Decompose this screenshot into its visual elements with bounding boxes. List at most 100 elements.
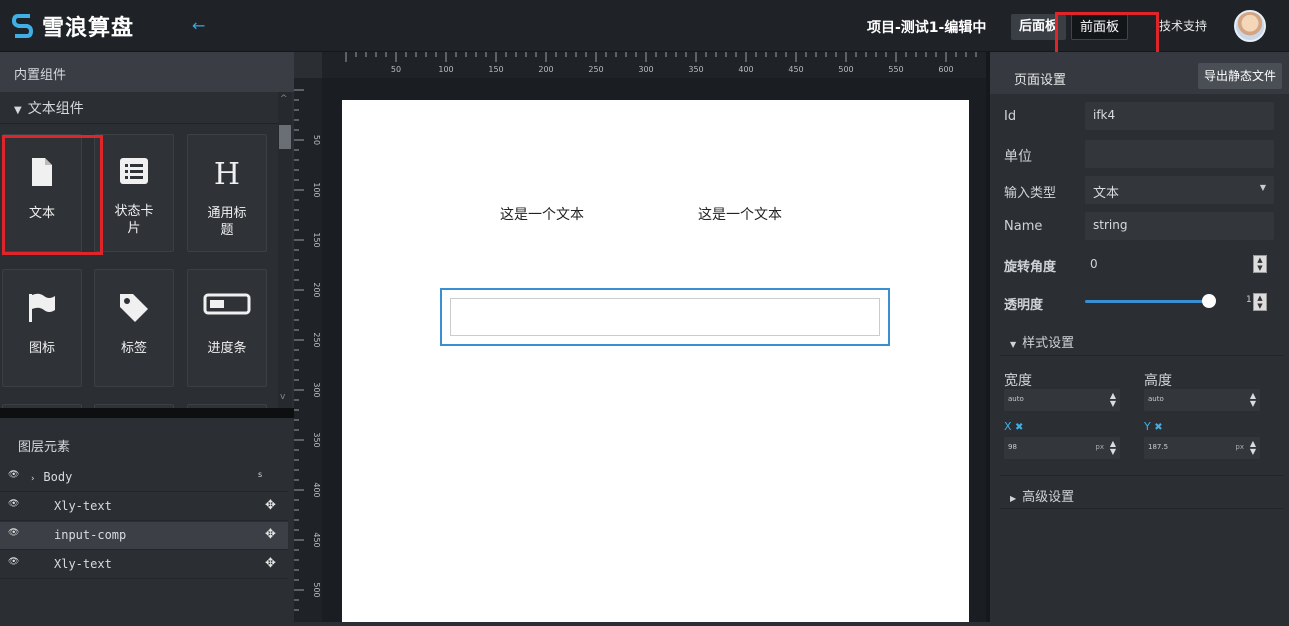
ruler-label: 200 bbox=[312, 282, 321, 297]
properties-title: 页面设置 bbox=[1014, 73, 1067, 88]
opacity-value[interactable]: 1 bbox=[1246, 295, 1252, 305]
scroll-down-icon[interactable]: v bbox=[280, 392, 285, 402]
width-field[interactable]: auto ▲ ▼ bbox=[1004, 389, 1120, 411]
group-title: 文本组件 bbox=[27, 101, 84, 117]
layer-name: Body bbox=[43, 470, 73, 484]
design-page[interactable]: 这是一个文本 这是一个文本 bbox=[342, 100, 969, 622]
ruler-label: 150 bbox=[488, 65, 503, 74]
x-value: 98 bbox=[1008, 443, 1017, 451]
component-grid: 文本 状态卡片 H 通用标题 图标 标签 进度条 bbox=[0, 124, 278, 408]
front-panel-button[interactable]: 前面板 bbox=[1071, 14, 1129, 40]
move-icon[interactable]: ✥ bbox=[265, 498, 276, 513]
eye-icon[interactable]: 👁 bbox=[8, 557, 19, 567]
opacity-slider-knob[interactable] bbox=[1202, 294, 1216, 308]
y-close-icon[interactable]: ✖ bbox=[1154, 422, 1162, 433]
move-icon[interactable]: ✥ bbox=[265, 556, 276, 571]
component-scrollbar[interactable]: ^ v bbox=[278, 92, 292, 408]
progress-bar-icon bbox=[203, 293, 251, 315]
eye-icon[interactable]: 👁 bbox=[8, 499, 19, 509]
layer-row[interactable]: 👁 › Body s bbox=[0, 464, 288, 492]
opacity-stepper[interactable]: ▲ ▼ bbox=[1253, 293, 1267, 311]
left-panel: 内置组件 ▼ 文本组件 文本 状态卡片 H 通用标题 图标 标签 进度条 ^ v… bbox=[0, 52, 294, 622]
panel-divider[interactable] bbox=[0, 408, 294, 418]
y-field[interactable]: 187.5 px ▲ ▼ bbox=[1144, 437, 1260, 459]
scroll-thumb[interactable] bbox=[279, 125, 291, 149]
ruler-label: 300 bbox=[312, 382, 321, 397]
component-heading[interactable]: H 通用标题 bbox=[187, 134, 267, 252]
layer-row[interactable]: 👁 Xly-text ✥ bbox=[0, 551, 288, 579]
project-title: 项目-测试1-编辑中 bbox=[867, 20, 987, 36]
text-components-group[interactable]: ▼ 文本组件 bbox=[0, 92, 278, 124]
input-field[interactable] bbox=[450, 298, 880, 336]
x-stepper-icon[interactable]: ▲ ▼ bbox=[1110, 440, 1116, 456]
component-progress-bar[interactable]: 进度条 bbox=[187, 269, 267, 387]
triangle-down-icon: ▼ bbox=[1010, 340, 1017, 349]
ruler-left: 50 100 150 200 250 300 350 400 450 500 bbox=[294, 78, 322, 622]
height-label: 高度 bbox=[1144, 373, 1172, 389]
ruler-label: 550 bbox=[888, 65, 903, 74]
component-status-card[interactable]: 状态卡片 bbox=[94, 134, 174, 252]
selected-input-component[interactable] bbox=[440, 288, 890, 346]
id-field[interactable]: ifk4 bbox=[1085, 102, 1274, 130]
width-stepper-icon[interactable]: ▲ ▼ bbox=[1110, 392, 1116, 408]
y-label: Y ✖ bbox=[1144, 420, 1163, 433]
height-value: auto bbox=[1148, 395, 1164, 403]
canvas-area[interactable]: 这是一个文本 这是一个文本 bbox=[322, 78, 986, 622]
component-icon[interactable]: 图标 bbox=[2, 269, 82, 387]
layer-row-selected[interactable]: 👁 input-comp ✥ bbox=[0, 522, 288, 550]
canvas-text-1[interactable]: 这是一个文本 bbox=[500, 204, 584, 224]
height-field[interactable]: auto ▲ ▼ bbox=[1144, 389, 1260, 411]
y-value: 187.5 bbox=[1148, 443, 1169, 451]
component-text[interactable]: 文本 bbox=[2, 134, 82, 252]
input-type-value: 文本 bbox=[1093, 186, 1120, 201]
opacity-label: 透明度 bbox=[1004, 298, 1044, 313]
style-settings-section[interactable]: ▼ 样式设置 bbox=[1000, 322, 1284, 356]
component-label: 进度条 bbox=[207, 341, 247, 356]
user-avatar[interactable] bbox=[1234, 10, 1266, 42]
layer-name: Xly-text bbox=[54, 557, 112, 571]
ruler-label: 500 bbox=[312, 582, 321, 597]
eye-icon[interactable]: 👁 bbox=[8, 470, 19, 480]
eye-icon[interactable]: 👁 bbox=[8, 528, 19, 538]
layer-badge: s bbox=[258, 470, 263, 479]
scroll-up-icon[interactable]: ^ bbox=[280, 94, 288, 104]
layer-name: › Body bbox=[30, 470, 72, 484]
rotation-stepper[interactable]: ▲ ▼ bbox=[1253, 255, 1267, 273]
back-panel-button[interactable]: 后面板 bbox=[1011, 14, 1067, 40]
rotation-value[interactable]: 0 bbox=[1090, 257, 1098, 271]
advanced-settings-section[interactable]: ▶ 高级设置 bbox=[1000, 475, 1284, 509]
ruler-label: 100 bbox=[312, 182, 321, 197]
name-field[interactable]: string bbox=[1085, 212, 1274, 240]
x-field[interactable]: 98 px ▲ ▼ bbox=[1004, 437, 1120, 459]
component-tag[interactable]: 标签 bbox=[94, 269, 174, 387]
opacity-slider-track[interactable] bbox=[1085, 300, 1211, 303]
ruler-left-ticks: 50 100 150 200 250 300 350 400 450 500 bbox=[294, 89, 321, 611]
unit-field[interactable] bbox=[1085, 140, 1274, 168]
properties-header: 页面设置 导出静态文件 bbox=[990, 52, 1289, 94]
input-type-label: 输入类型 bbox=[1004, 186, 1057, 201]
move-icon[interactable]: ✥ bbox=[265, 527, 276, 542]
canvas-text-2[interactable]: 这是一个文本 bbox=[698, 204, 782, 224]
ruler-label: 150 bbox=[312, 232, 321, 247]
layer-name: input-comp bbox=[54, 528, 127, 542]
advanced-settings-title: 高级设置 bbox=[1022, 490, 1075, 505]
app-logo[interactable]: 雪浪算盘 bbox=[12, 11, 134, 41]
export-static-button[interactable]: 导出静态文件 bbox=[1198, 63, 1283, 89]
ruler-top: 50 100 150 200 250 300 350 400 450 500 550 600 bbox=[322, 52, 986, 78]
expand-arrow-icon[interactable]: › bbox=[30, 474, 35, 484]
tech-support-link[interactable]: 技术支持 bbox=[1159, 17, 1207, 34]
triangle-down-icon: ▼ bbox=[14, 105, 22, 116]
flag-icon bbox=[29, 293, 55, 322]
ruler-label: 600 bbox=[938, 65, 953, 74]
height-stepper-icon[interactable]: ▲ ▼ bbox=[1250, 392, 1256, 408]
builtin-components-header: 内置组件 bbox=[0, 52, 294, 92]
style-settings-title: 样式设置 bbox=[1022, 336, 1075, 351]
y-stepper-icon[interactable]: ▲ ▼ bbox=[1250, 440, 1256, 456]
ruler-label: 100 bbox=[438, 65, 453, 74]
document-icon bbox=[32, 158, 52, 186]
input-type-select[interactable]: 文本 ▼ bbox=[1085, 176, 1274, 204]
back-arrow-icon[interactable]: ← bbox=[192, 16, 205, 35]
ruler-label: 250 bbox=[312, 332, 321, 347]
x-close-icon[interactable]: ✖ bbox=[1015, 422, 1023, 433]
layer-row[interactable]: 👁 Xly-text ✥ bbox=[0, 493, 288, 521]
